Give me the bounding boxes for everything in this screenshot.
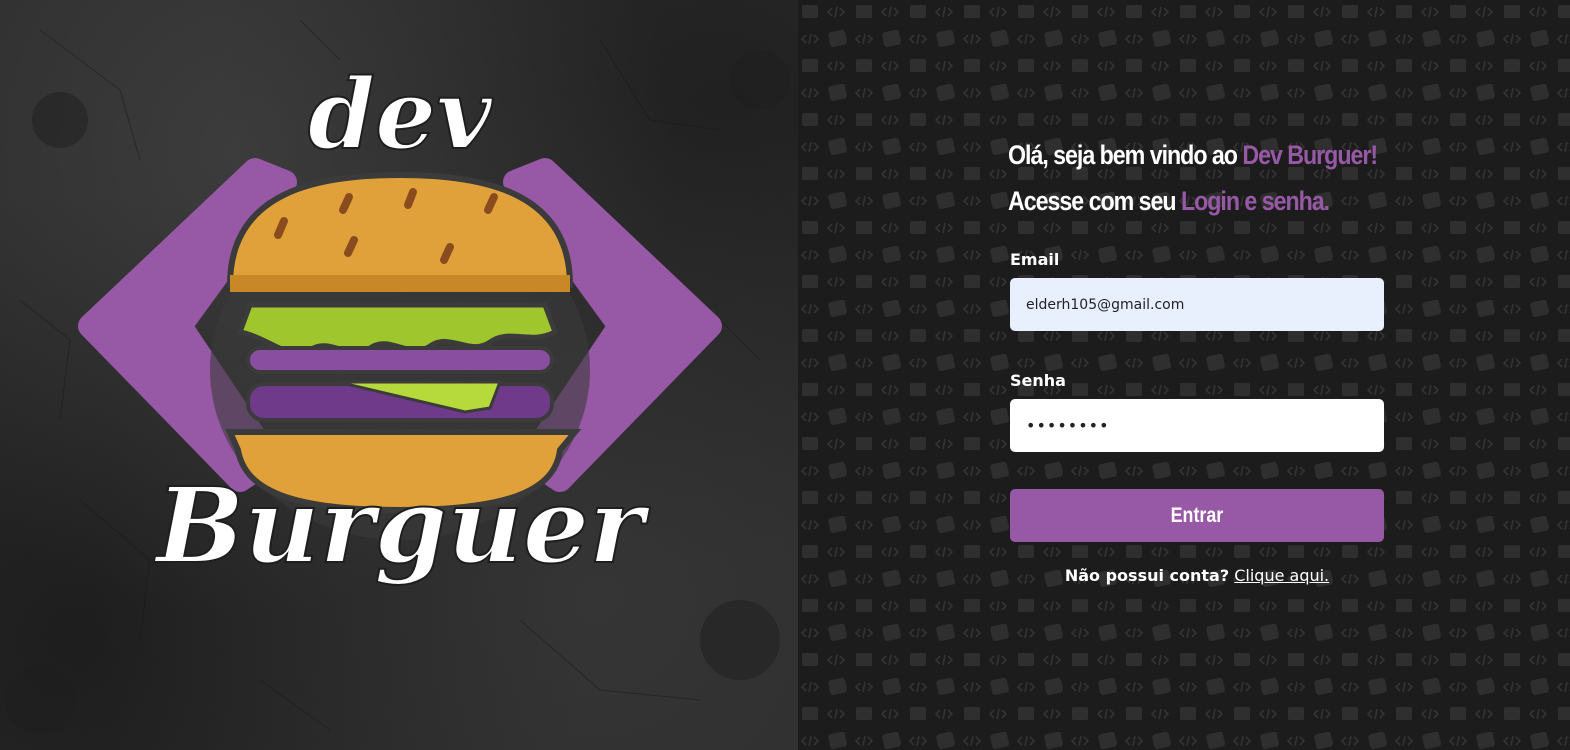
logo-word-burguer: Burguer xyxy=(153,464,651,587)
welcome-text: Olá, seja bem vindo ao xyxy=(1008,140,1243,170)
email-label: Email xyxy=(1010,250,1060,269)
welcome-line-1: Olá, seja bem vindo ao Dev Burguer! xyxy=(1008,132,1378,178)
login-button-label: Entrar xyxy=(1170,503,1224,527)
signup-prompt: Não possui conta? Clique aqui. xyxy=(1008,566,1386,585)
login-form: Olá, seja bem vindo ao Dev Burguer! Aces… xyxy=(1008,132,1388,585)
brand-highlight: Dev Burguer! xyxy=(1242,140,1378,170)
dev-burguer-logo: dev Burguer xyxy=(78,70,722,588)
welcome-line-2: Acesse com seu Login e senha. xyxy=(1008,178,1335,224)
instruction-text: Acesse com seu xyxy=(1008,186,1181,216)
password-label: Senha xyxy=(1010,371,1066,390)
password-field[interactable] xyxy=(1010,399,1384,452)
signup-link[interactable]: Clique aqui. xyxy=(1234,566,1329,585)
login-highlight: Login e senha. xyxy=(1180,186,1330,216)
login-page: dev Burguer Olá, seja bem vindo ao Dev B… xyxy=(0,0,1570,750)
brand-panel: dev Burguer xyxy=(0,0,798,750)
patty-top-shape xyxy=(246,346,554,374)
logo-word-dev: dev xyxy=(308,70,493,171)
login-button[interactable]: Entrar xyxy=(1010,489,1384,542)
login-panel: Olá, seja bem vindo ao Dev Burguer! Aces… xyxy=(798,0,1570,750)
signup-question: Não possui conta? xyxy=(1064,566,1230,585)
email-field[interactable] xyxy=(1010,278,1384,331)
